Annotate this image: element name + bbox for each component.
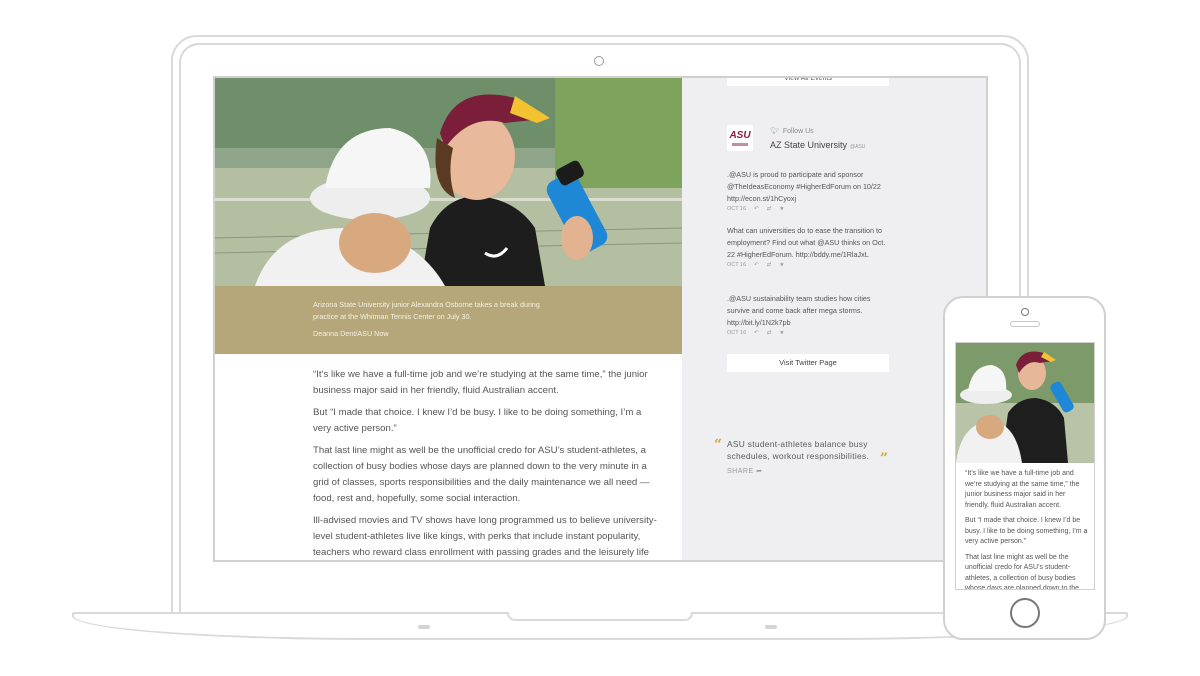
phone-tennis-photo xyxy=(956,343,1094,463)
tweet-date: OCT 16 xyxy=(727,262,747,268)
phone-article-paragraph: But “I made that choice. I knew I’d be b… xyxy=(965,517,1088,545)
tennis-players-photo xyxy=(215,78,682,286)
tweet: What can universities do to ease the tra… xyxy=(727,225,889,268)
reply-icon[interactable]: ↶ xyxy=(754,206,759,212)
phone-screen: “It’s like we have a full-time job and w… xyxy=(955,342,1095,590)
pull-quote: “ ASU student-athletes balance busy sche… xyxy=(714,438,894,475)
article-paragraph: But “I made that choice. I knew I’d be b… xyxy=(313,407,642,434)
favorite-icon[interactable]: ★ xyxy=(779,206,784,212)
open-quote-icon: “ xyxy=(714,437,723,453)
asu-logo-icon: ASU xyxy=(727,125,753,151)
article-column: Arizona State University junior Alexandr… xyxy=(215,78,682,560)
article-paragraph: That last line might as well be the unof… xyxy=(313,445,650,504)
favorite-icon[interactable]: ★ xyxy=(779,330,784,336)
article-body: “It’s like we have a full-time job and w… xyxy=(313,367,658,560)
photo-credit: Deanna Dent/ASU Now xyxy=(313,329,389,338)
share-arrow-icon: ➦ xyxy=(756,468,763,475)
photo-caption: Arizona State University junior Alexandr… xyxy=(313,300,540,321)
retweet-icon[interactable]: ⇄ xyxy=(767,330,772,336)
phone-home-button[interactable] xyxy=(1010,598,1040,628)
retweet-icon[interactable]: ⇄ xyxy=(767,262,772,268)
account-name: AZ State University xyxy=(770,140,848,150)
hero-photo xyxy=(215,78,682,286)
tweet-meta: OCT 16 ↶ ⇄ ★ xyxy=(727,262,889,268)
tweet-text: .@ASU sustainability team studies how ci… xyxy=(727,294,871,327)
article-paragraph: “It’s like we have a full-time job and w… xyxy=(313,369,648,396)
phone-article-body: “It’s like we have a full-time job and w… xyxy=(965,469,1089,590)
reply-icon[interactable]: ↶ xyxy=(754,262,759,268)
phone-camera-icon xyxy=(1021,308,1029,316)
laptop-screen: Arizona State University junior Alexandr… xyxy=(213,76,988,562)
tweet-meta: OCT 16 ↶ ⇄ ★ xyxy=(727,330,889,336)
phone-article-paragraph: “It’s like we have a full-time job and w… xyxy=(965,470,1080,509)
tweet: .@ASU sustainability team studies how ci… xyxy=(727,293,889,336)
tweet-date: OCT 16 xyxy=(727,330,747,336)
phone-article-paragraph: That last line might as well be the unof… xyxy=(965,553,1080,590)
close-quote-icon: ” xyxy=(880,451,889,467)
laptop-foot-left xyxy=(418,625,430,629)
follow-us-label: Follow Us xyxy=(782,128,814,135)
twitter-account[interactable]: AZ State University @ASU xyxy=(770,140,865,150)
photo-caption-band: Arizona State University junior Alexandr… xyxy=(215,286,682,354)
retweet-icon[interactable]: ⇄ xyxy=(767,206,772,212)
asu-logo-bar xyxy=(732,142,748,146)
laptop-base-notch xyxy=(507,612,693,621)
share-label: SHARE xyxy=(727,468,754,475)
phone-speaker xyxy=(1010,321,1040,327)
tweet-text: What can universities do to ease the tra… xyxy=(727,226,886,259)
share-link[interactable]: SHARE ➦ xyxy=(727,467,894,475)
view-all-events-button[interactable]: View All Events xyxy=(727,78,889,86)
phone-hero-photo xyxy=(956,343,1094,463)
favorite-icon[interactable]: ★ xyxy=(779,262,784,268)
tweet-text: .@ASU is proud to participate and sponso… xyxy=(727,170,881,203)
twitter-bird-icon: 🐦︎ xyxy=(770,128,779,135)
tweet-date: OCT 16 xyxy=(727,206,747,212)
article-paragraph: Ill-advised movies and TV shows have lon… xyxy=(313,515,657,558)
tweet: .@ASU is proud to participate and sponso… xyxy=(727,169,889,212)
tweet-meta: OCT 16 ↶ ⇄ ★ xyxy=(727,206,889,212)
laptop-camera-icon xyxy=(594,56,604,66)
asu-logo-text: ASU xyxy=(729,129,751,141)
follow-us-link[interactable]: 🐦︎ Follow Us xyxy=(770,127,814,135)
pull-quote-text: ASU student-athletes balance busy schedu… xyxy=(727,439,870,461)
visit-twitter-page-button[interactable]: Visit Twitter Page xyxy=(727,354,889,372)
laptop-foot-right xyxy=(765,625,777,629)
account-handle: @ASU xyxy=(850,144,866,150)
reply-icon[interactable]: ↶ xyxy=(754,330,759,336)
